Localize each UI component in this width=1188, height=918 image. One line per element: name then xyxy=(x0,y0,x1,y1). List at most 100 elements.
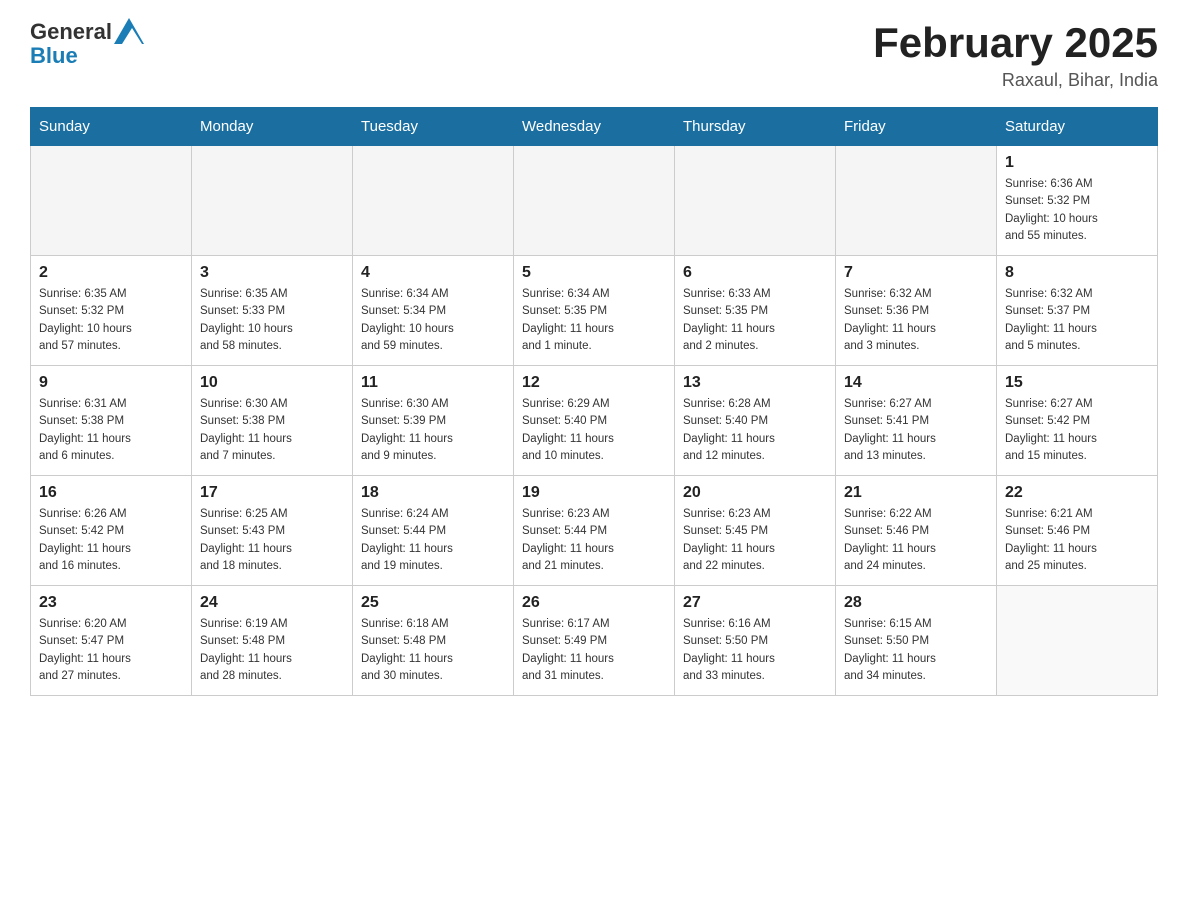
day-of-week-thursday: Thursday xyxy=(675,108,836,146)
calendar-cell xyxy=(31,146,192,256)
title-block: February 2025 Raxaul, Bihar, India xyxy=(873,20,1158,91)
day-info: Sunrise: 6:26 AM Sunset: 5:42 PM Dayligh… xyxy=(39,506,183,575)
day-number: 23 xyxy=(39,594,183,612)
day-number: 13 xyxy=(683,374,827,392)
calendar-cell xyxy=(836,146,997,256)
day-number: 2 xyxy=(39,264,183,282)
calendar-cell: 13 Sunrise: 6:28 AM Sunset: 5:40 PM Dayli… xyxy=(675,366,836,476)
calendar-week-4: 16 Sunrise: 6:26 AM Sunset: 5:42 PM Dayli… xyxy=(31,476,1158,586)
calendar-cell: 10 Sunrise: 6:30 AM Sunset: 5:38 PM Dayli… xyxy=(192,366,353,476)
calendar-week-2: 2Sunrise: 6:35 AM Sunset: 5:32 PM Daylig… xyxy=(31,256,1158,366)
day-of-week-sunday: Sunday xyxy=(31,108,192,146)
calendar-cell: 20 Sunrise: 6:23 AM Sunset: 5:45 PM Dayli… xyxy=(675,476,836,586)
day-info: Sunrise: 6:22 AM Sunset: 5:46 PM Dayligh… xyxy=(844,506,988,575)
day-info: Sunrise: 6:30 AM Sunset: 5:38 PM Dayligh… xyxy=(200,396,344,465)
day-number: 5 xyxy=(522,264,666,282)
day-info: Sunrise: 6:23 AM Sunset: 5:44 PM Dayligh… xyxy=(522,506,666,575)
day-number: 22 xyxy=(1005,484,1149,502)
calendar-cell: 23Sunrise: 6:20 AM Sunset: 5:47 PM Dayli… xyxy=(31,586,192,696)
calendar-week-1: 1 Sunrise: 6:36 AM Sunset: 5:32 PM Daylig… xyxy=(31,146,1158,256)
calendar-cell: 16 Sunrise: 6:26 AM Sunset: 5:42 PM Dayli… xyxy=(31,476,192,586)
day-number: 28 xyxy=(844,594,988,612)
calendar-cell: 8 Sunrise: 6:32 AM Sunset: 5:37 PM Daylig… xyxy=(997,256,1158,366)
logo-general-text: General xyxy=(30,20,112,44)
calendar-week-5: 23Sunrise: 6:20 AM Sunset: 5:47 PM Dayli… xyxy=(31,586,1158,696)
day-of-week-tuesday: Tuesday xyxy=(353,108,514,146)
day-number: 26 xyxy=(522,594,666,612)
calendar-table: SundayMondayTuesdayWednesdayThursdayFrid… xyxy=(30,107,1158,696)
calendar-cell: 9 Sunrise: 6:31 AM Sunset: 5:38 PM Daylig… xyxy=(31,366,192,476)
calendar-cell: 21 Sunrise: 6:22 AM Sunset: 5:46 PM Dayli… xyxy=(836,476,997,586)
day-number: 18 xyxy=(361,484,505,502)
days-of-week-row: SundayMondayTuesdayWednesdayThursdayFrid… xyxy=(31,108,1158,146)
day-info: Sunrise: 6:32 AM Sunset: 5:37 PM Dayligh… xyxy=(1005,286,1149,355)
calendar-cell: 22 Sunrise: 6:21 AM Sunset: 5:46 PM Dayli… xyxy=(997,476,1158,586)
day-info: Sunrise: 6:27 AM Sunset: 5:42 PM Dayligh… xyxy=(1005,396,1149,465)
calendar-cell xyxy=(997,586,1158,696)
calendar-cell xyxy=(514,146,675,256)
day-info: Sunrise: 6:15 AM Sunset: 5:50 PM Dayligh… xyxy=(844,616,988,685)
calendar-cell: 18 Sunrise: 6:24 AM Sunset: 5:44 PM Dayli… xyxy=(353,476,514,586)
day-info: Sunrise: 6:31 AM Sunset: 5:38 PM Dayligh… xyxy=(39,396,183,465)
day-info: Sunrise: 6:19 AM Sunset: 5:48 PM Dayligh… xyxy=(200,616,344,685)
day-number: 17 xyxy=(200,484,344,502)
calendar-cell: 12 Sunrise: 6:29 AM Sunset: 5:40 PM Dayli… xyxy=(514,366,675,476)
day-number: 10 xyxy=(200,374,344,392)
calendar-cell xyxy=(675,146,836,256)
calendar-cell: 26Sunrise: 6:17 AM Sunset: 5:49 PM Dayli… xyxy=(514,586,675,696)
day-number: 21 xyxy=(844,484,988,502)
calendar-header: SundayMondayTuesdayWednesdayThursdayFrid… xyxy=(31,108,1158,146)
day-number: 4 xyxy=(361,264,505,282)
logo-icon xyxy=(114,18,144,44)
calendar-cell: 27 Sunrise: 6:16 AM Sunset: 5:50 PM Dayli… xyxy=(675,586,836,696)
calendar-body: 1 Sunrise: 6:36 AM Sunset: 5:32 PM Daylig… xyxy=(31,146,1158,696)
day-info: Sunrise: 6:34 AM Sunset: 5:35 PM Dayligh… xyxy=(522,286,666,355)
calendar-cell: 17 Sunrise: 6:25 AM Sunset: 5:43 PM Dayli… xyxy=(192,476,353,586)
calendar-cell: 6Sunrise: 6:33 AM Sunset: 5:35 PM Daylig… xyxy=(675,256,836,366)
day-info: Sunrise: 6:29 AM Sunset: 5:40 PM Dayligh… xyxy=(522,396,666,465)
day-number: 8 xyxy=(1005,264,1149,282)
day-info: Sunrise: 6:16 AM Sunset: 5:50 PM Dayligh… xyxy=(683,616,827,685)
page-header: General Blue February 2025 Raxaul, Bihar… xyxy=(30,20,1158,91)
calendar-cell xyxy=(353,146,514,256)
calendar-cell: 15Sunrise: 6:27 AM Sunset: 5:42 PM Dayli… xyxy=(997,366,1158,476)
logo: General Blue xyxy=(30,20,144,68)
calendar-cell: 24 Sunrise: 6:19 AM Sunset: 5:48 PM Dayli… xyxy=(192,586,353,696)
day-number: 20 xyxy=(683,484,827,502)
calendar-title: February 2025 xyxy=(873,20,1158,66)
day-of-week-friday: Friday xyxy=(836,108,997,146)
calendar-cell: 4Sunrise: 6:34 AM Sunset: 5:34 PM Daylig… xyxy=(353,256,514,366)
day-info: Sunrise: 6:23 AM Sunset: 5:45 PM Dayligh… xyxy=(683,506,827,575)
day-info: Sunrise: 6:33 AM Sunset: 5:35 PM Dayligh… xyxy=(683,286,827,355)
day-number: 7 xyxy=(844,264,988,282)
calendar-cell: 11Sunrise: 6:30 AM Sunset: 5:39 PM Dayli… xyxy=(353,366,514,476)
calendar-cell xyxy=(192,146,353,256)
calendar-cell: 14Sunrise: 6:27 AM Sunset: 5:41 PM Dayli… xyxy=(836,366,997,476)
day-info: Sunrise: 6:25 AM Sunset: 5:43 PM Dayligh… xyxy=(200,506,344,575)
day-of-week-saturday: Saturday xyxy=(997,108,1158,146)
day-info: Sunrise: 6:24 AM Sunset: 5:44 PM Dayligh… xyxy=(361,506,505,575)
day-number: 12 xyxy=(522,374,666,392)
calendar-cell: 5 Sunrise: 6:34 AM Sunset: 5:35 PM Daylig… xyxy=(514,256,675,366)
day-info: Sunrise: 6:36 AM Sunset: 5:32 PM Dayligh… xyxy=(1005,176,1149,245)
day-number: 24 xyxy=(200,594,344,612)
day-info: Sunrise: 6:21 AM Sunset: 5:46 PM Dayligh… xyxy=(1005,506,1149,575)
calendar-cell: 7Sunrise: 6:32 AM Sunset: 5:36 PM Daylig… xyxy=(836,256,997,366)
day-number: 14 xyxy=(844,374,988,392)
calendar-cell: 25 Sunrise: 6:18 AM Sunset: 5:48 PM Dayli… xyxy=(353,586,514,696)
calendar-week-3: 9 Sunrise: 6:31 AM Sunset: 5:38 PM Daylig… xyxy=(31,366,1158,476)
day-number: 25 xyxy=(361,594,505,612)
calendar-subtitle: Raxaul, Bihar, India xyxy=(873,70,1158,91)
day-number: 19 xyxy=(522,484,666,502)
day-info: Sunrise: 6:18 AM Sunset: 5:48 PM Dayligh… xyxy=(361,616,505,685)
day-info: Sunrise: 6:28 AM Sunset: 5:40 PM Dayligh… xyxy=(683,396,827,465)
calendar-cell: 2Sunrise: 6:35 AM Sunset: 5:32 PM Daylig… xyxy=(31,256,192,366)
day-number: 16 xyxy=(39,484,183,502)
day-number: 11 xyxy=(361,374,505,392)
day-number: 9 xyxy=(39,374,183,392)
day-number: 27 xyxy=(683,594,827,612)
day-info: Sunrise: 6:35 AM Sunset: 5:33 PM Dayligh… xyxy=(200,286,344,355)
day-number: 1 xyxy=(1005,154,1149,172)
calendar-cell: 28 Sunrise: 6:15 AM Sunset: 5:50 PM Dayli… xyxy=(836,586,997,696)
day-of-week-monday: Monday xyxy=(192,108,353,146)
